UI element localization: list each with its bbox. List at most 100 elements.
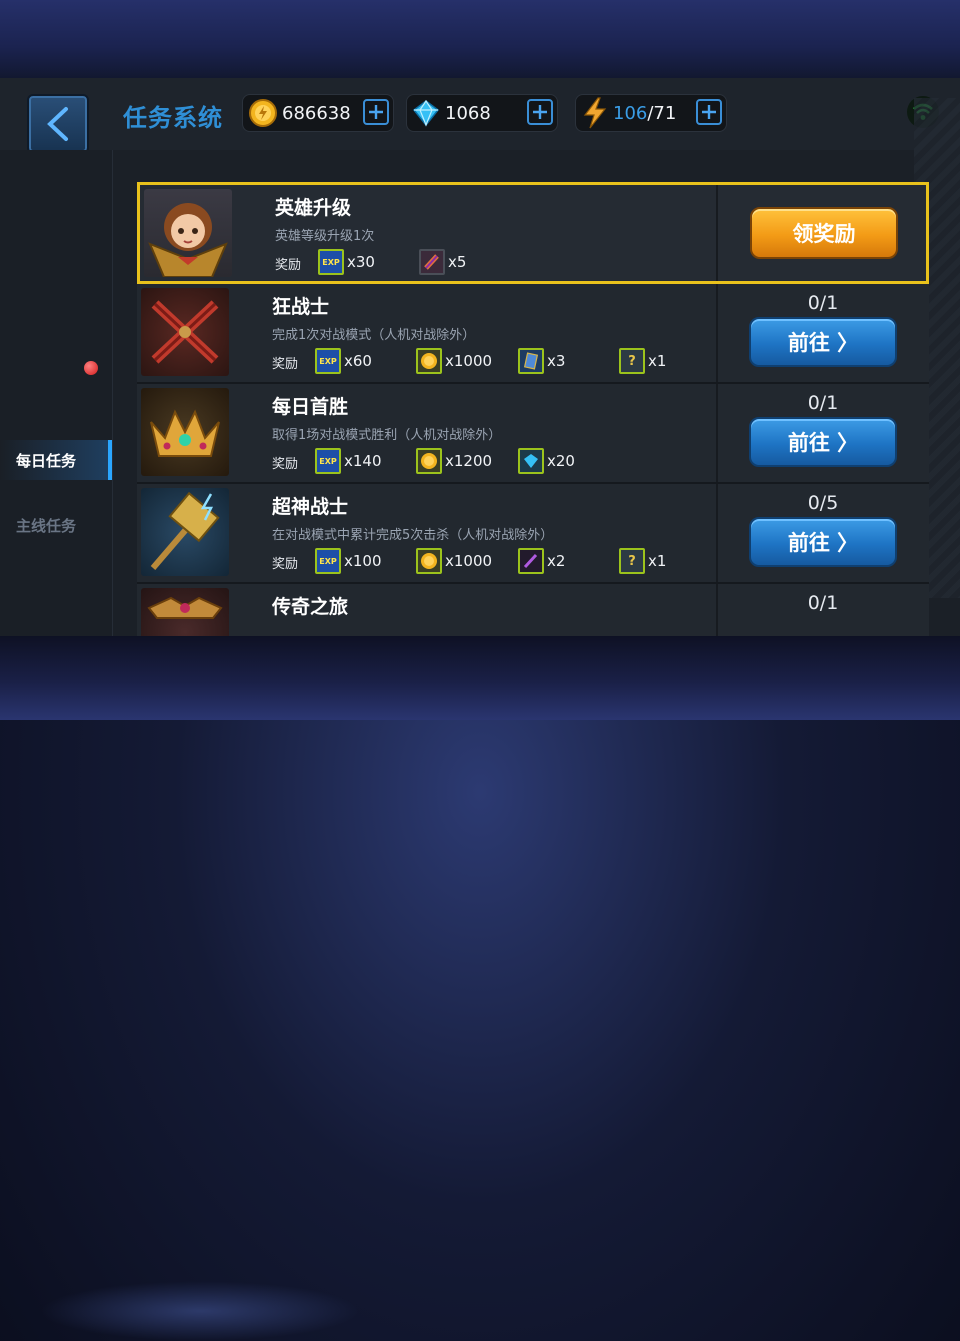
- task-progress: 0/5: [807, 492, 839, 514]
- reward-item: EXP x30: [318, 249, 375, 275]
- reward-quantity: x20: [547, 452, 575, 470]
- task-progress: 0/1: [807, 292, 839, 314]
- task-progress: 0/1: [807, 592, 839, 614]
- diamond-icon: [518, 448, 544, 474]
- add-energy-button[interactable]: [696, 99, 722, 125]
- task-icon: [141, 288, 229, 376]
- task-icon: [141, 488, 229, 576]
- reward-item: x1200: [416, 448, 492, 474]
- energy-counter: 106/71: [575, 94, 727, 132]
- scroll-item-icon: [419, 249, 445, 275]
- reward-item: x3: [518, 348, 565, 374]
- back-button[interactable]: [27, 94, 89, 154]
- row-divider: [716, 185, 718, 281]
- plus-icon: [533, 105, 547, 119]
- reward-item: x1000: [416, 348, 492, 374]
- diamond-counter: 1068: [406, 94, 558, 132]
- page-title: 任务系统: [123, 104, 223, 132]
- task-name: 超神战士: [272, 496, 349, 518]
- gold-coin-icon: [249, 99, 277, 127]
- reward-item: x2: [518, 548, 565, 574]
- energy-max-value: /71: [647, 102, 677, 124]
- task-description: 取得1场对战模式胜利（人机对战除外）: [272, 428, 502, 443]
- lightning-icon: [583, 97, 607, 129]
- reward-quantity: x60: [344, 352, 372, 370]
- potion-icon: [518, 548, 544, 574]
- reward-quantity: x1200: [445, 452, 493, 470]
- go-button[interactable]: 前往 〉: [749, 517, 897, 567]
- exp-icon: EXP: [315, 548, 341, 574]
- mystery-box-icon: ?: [619, 348, 645, 374]
- tab-daily-tasks-label: 每日任务: [16, 451, 77, 470]
- reward-quantity: x3: [547, 352, 566, 370]
- reward-item: ? x1: [619, 548, 666, 574]
- background-bottom: [0, 636, 960, 1341]
- reward-label: 奖励: [272, 357, 299, 372]
- reward-quantity: x140: [344, 452, 382, 470]
- reward-quantity: x1000: [445, 352, 493, 370]
- task-icon: [141, 388, 229, 476]
- plus-icon: [369, 105, 383, 119]
- background-top: [0, 0, 960, 78]
- plus-icon: [702, 105, 716, 119]
- reward-item: x20: [518, 448, 575, 474]
- go-button[interactable]: 前往 〉: [749, 317, 897, 367]
- task-description: 完成1次对战模式（人机对战除外）: [272, 328, 476, 343]
- exp-icon: EXP: [315, 448, 341, 474]
- hero-portrait: [144, 189, 232, 277]
- add-diamond-button[interactable]: [527, 99, 553, 125]
- tab-daily-tasks[interactable]: 每日任务: [0, 440, 112, 480]
- gold-coin-icon: [416, 448, 442, 474]
- reward-item: x5: [419, 249, 466, 275]
- task-row: 每日首胜 取得1场对战模式胜利（人机对战除外） 奖励 EXP x140 x120…: [137, 384, 929, 484]
- task-name: 传奇之旅: [272, 596, 349, 618]
- task-row: 超神战士 在对战模式中累计完成5次击杀（人机对战除外） 奖励 EXP x100 …: [137, 484, 929, 584]
- task-row: 狂战士 完成1次对战模式（人机对战除外） 奖励 EXP x60 x1000 x3: [137, 284, 929, 384]
- task-name: 英雄升级: [275, 197, 352, 219]
- gold-coin-icon: [416, 348, 442, 374]
- reward-label: 奖励: [272, 457, 299, 472]
- task-panel: 任务系统 686638 1068 106 /71 每日任务 主线任务 英雄升级 …: [0, 78, 960, 636]
- task-icon: [141, 588, 229, 636]
- reward-item: EXP x60: [315, 348, 372, 374]
- task-progress: 0/1: [807, 392, 839, 414]
- energy-current-value: 106: [613, 102, 648, 124]
- reward-quantity: x1: [648, 552, 667, 570]
- reward-quantity: x100: [344, 552, 382, 570]
- gold-counter: 686638: [242, 94, 394, 132]
- go-button[interactable]: 前往 〉: [749, 417, 897, 467]
- reward-quantity: x5: [448, 253, 467, 271]
- add-gold-button[interactable]: [363, 99, 389, 125]
- reward-quantity: x30: [347, 253, 375, 271]
- reward-item: ? x1: [619, 348, 666, 374]
- mystery-box-icon: ?: [619, 548, 645, 574]
- diamond-value: 1068: [445, 102, 491, 124]
- reward-quantity: x1: [648, 352, 667, 370]
- tab-main-tasks-label: 主线任务: [16, 516, 77, 535]
- task-row: 英雄升级 英雄等级升级1次 奖励 EXP x30 x5 领奖励: [137, 182, 929, 284]
- reward-item: EXP x140: [315, 448, 382, 474]
- task-description: 英雄等级升级1次: [275, 229, 375, 244]
- chevron-left-icon: [47, 107, 68, 141]
- card-icon: [518, 348, 544, 374]
- reward-quantity: x1000: [445, 552, 493, 570]
- reward-label: 奖励: [272, 557, 299, 572]
- header-bar: 任务系统 686638 1068 106 /71: [0, 78, 960, 154]
- diamond-icon: [412, 99, 440, 127]
- reward-label: 奖励: [275, 258, 302, 273]
- task-name: 狂战士: [272, 296, 330, 318]
- tab-main-tasks[interactable]: 主线任务: [0, 505, 112, 545]
- task-name: 每日首胜: [272, 396, 349, 418]
- sidebar: 每日任务 主线任务: [0, 150, 113, 636]
- task-row: 传奇之旅 0/1: [137, 584, 929, 636]
- gold-coin-icon: [416, 548, 442, 574]
- reward-item: EXP x100: [315, 548, 382, 574]
- task-description: 在对战模式中累计完成5次击杀（人机对战除外）: [272, 528, 554, 543]
- reward-item: x1000: [416, 548, 492, 574]
- exp-icon: EXP: [315, 348, 341, 374]
- notification-dot: [84, 361, 98, 375]
- exp-icon: EXP: [318, 249, 344, 275]
- claim-reward-button[interactable]: 领奖励: [750, 207, 898, 259]
- task-list[interactable]: 英雄升级 英雄等级升级1次 奖励 EXP x30 x5 领奖励 狂战士 完成1次…: [137, 182, 929, 636]
- reward-quantity: x2: [547, 552, 566, 570]
